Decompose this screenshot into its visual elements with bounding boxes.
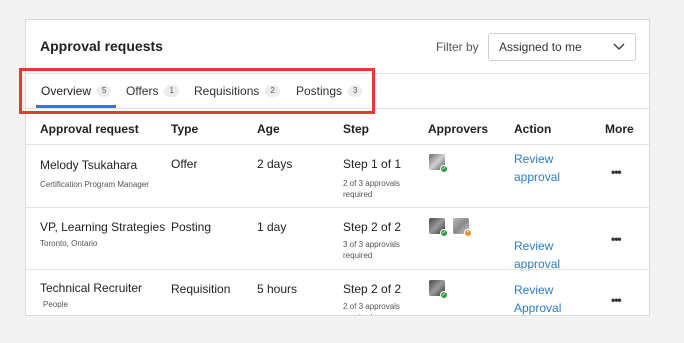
tab-postings[interactable]: Postings 3 xyxy=(296,74,363,108)
review-approval-link[interactable]: Review approval xyxy=(514,237,574,273)
request-step: Step 2 of 2 xyxy=(343,282,402,296)
column-header-step: Step xyxy=(343,122,370,136)
tab-label: Requisitions xyxy=(194,84,260,98)
more-options-icon[interactable]: ••• xyxy=(611,165,622,179)
filter-select[interactable]: Assigned to me xyxy=(488,33,636,61)
column-header-more: More xyxy=(605,122,634,136)
approver-avatar[interactable]: • xyxy=(453,218,472,237)
step-approvals-note: 3 of 3 approvals required xyxy=(343,240,400,260)
filter-label: Filter by xyxy=(436,40,479,54)
column-header-approval-request: Approval request xyxy=(40,122,139,136)
request-step: Step 2 of 2 xyxy=(343,220,402,234)
request-subtitle: People xyxy=(43,300,68,309)
card-title: Approval requests xyxy=(40,38,163,54)
request-subtitle: Certification Program Manager xyxy=(40,180,149,189)
request-type: Posting xyxy=(171,220,212,234)
more-options-icon[interactable]: ••• xyxy=(611,293,622,307)
table-row: VP, Learning Strategies Toronto, Ontario… xyxy=(26,208,649,273)
tab-count-badge: 3 xyxy=(348,85,363,97)
tab-count-badge: 1 xyxy=(164,85,179,97)
column-header-age: Age xyxy=(257,122,280,136)
request-name: VP, Learning Strategies xyxy=(40,220,166,234)
more-options-icon[interactable]: ••• xyxy=(611,232,622,246)
tab-offers[interactable]: Offers 1 xyxy=(126,74,179,108)
filter-select-value: Assigned to me xyxy=(499,40,582,54)
column-header-type: Type xyxy=(171,122,199,136)
request-type: Offer xyxy=(171,157,198,171)
request-step: Step 1 of 1 xyxy=(343,157,402,171)
pending-clock-icon: • xyxy=(464,229,472,237)
tabs-divider xyxy=(26,108,649,109)
tab-label: Postings xyxy=(296,84,343,98)
approved-check-icon: ✓ xyxy=(440,291,448,299)
tab-count-badge: 2 xyxy=(265,85,280,97)
tab-count-badge: 5 xyxy=(97,85,112,97)
review-approval-link[interactable]: Review Approval xyxy=(514,281,574,315)
request-name: Technical Recruiter xyxy=(40,281,143,295)
chevron-down-icon xyxy=(613,43,625,51)
review-approval-link[interactable]: Review approval xyxy=(514,150,574,186)
table-row: Technical Recruiter People Requisition 5… xyxy=(26,270,649,315)
tab-bar: Overview 5 Offers 1 Requisitions 2 Posti… xyxy=(26,74,649,108)
approved-check-icon: ✓ xyxy=(440,165,448,173)
tab-requisitions[interactable]: Requisitions 2 xyxy=(194,74,280,108)
request-age: 5 hours xyxy=(257,282,298,296)
approved-check-icon: ✓ xyxy=(440,229,448,237)
request-age: 1 day xyxy=(257,220,287,234)
step-approvals-note: 2 of 3 approvals required xyxy=(343,302,400,315)
approval-requests-card: Approval requests Filter by Assigned to … xyxy=(25,19,650,316)
request-type: Requisition xyxy=(171,282,231,296)
column-header-approvers: Approvers xyxy=(428,122,489,136)
tab-label: Overview xyxy=(41,84,92,98)
step-approvals-note: 2 of 3 approvals required xyxy=(343,179,400,199)
approver-avatar[interactable]: ✓ xyxy=(429,280,448,299)
approver-avatar[interactable]: ✓ xyxy=(429,218,448,237)
approver-avatar[interactable]: ✓ xyxy=(429,154,448,173)
tab-label: Offers xyxy=(126,84,159,98)
request-name: Melody Tsukahara xyxy=(40,158,138,172)
tab-overview[interactable]: Overview 5 xyxy=(35,74,117,108)
column-header-action: Action xyxy=(514,122,552,136)
request-age: 2 days xyxy=(257,157,293,171)
table-row: Melody Tsukahara Certification Program M… xyxy=(26,145,649,207)
request-subtitle: Toronto, Ontario xyxy=(40,239,98,248)
